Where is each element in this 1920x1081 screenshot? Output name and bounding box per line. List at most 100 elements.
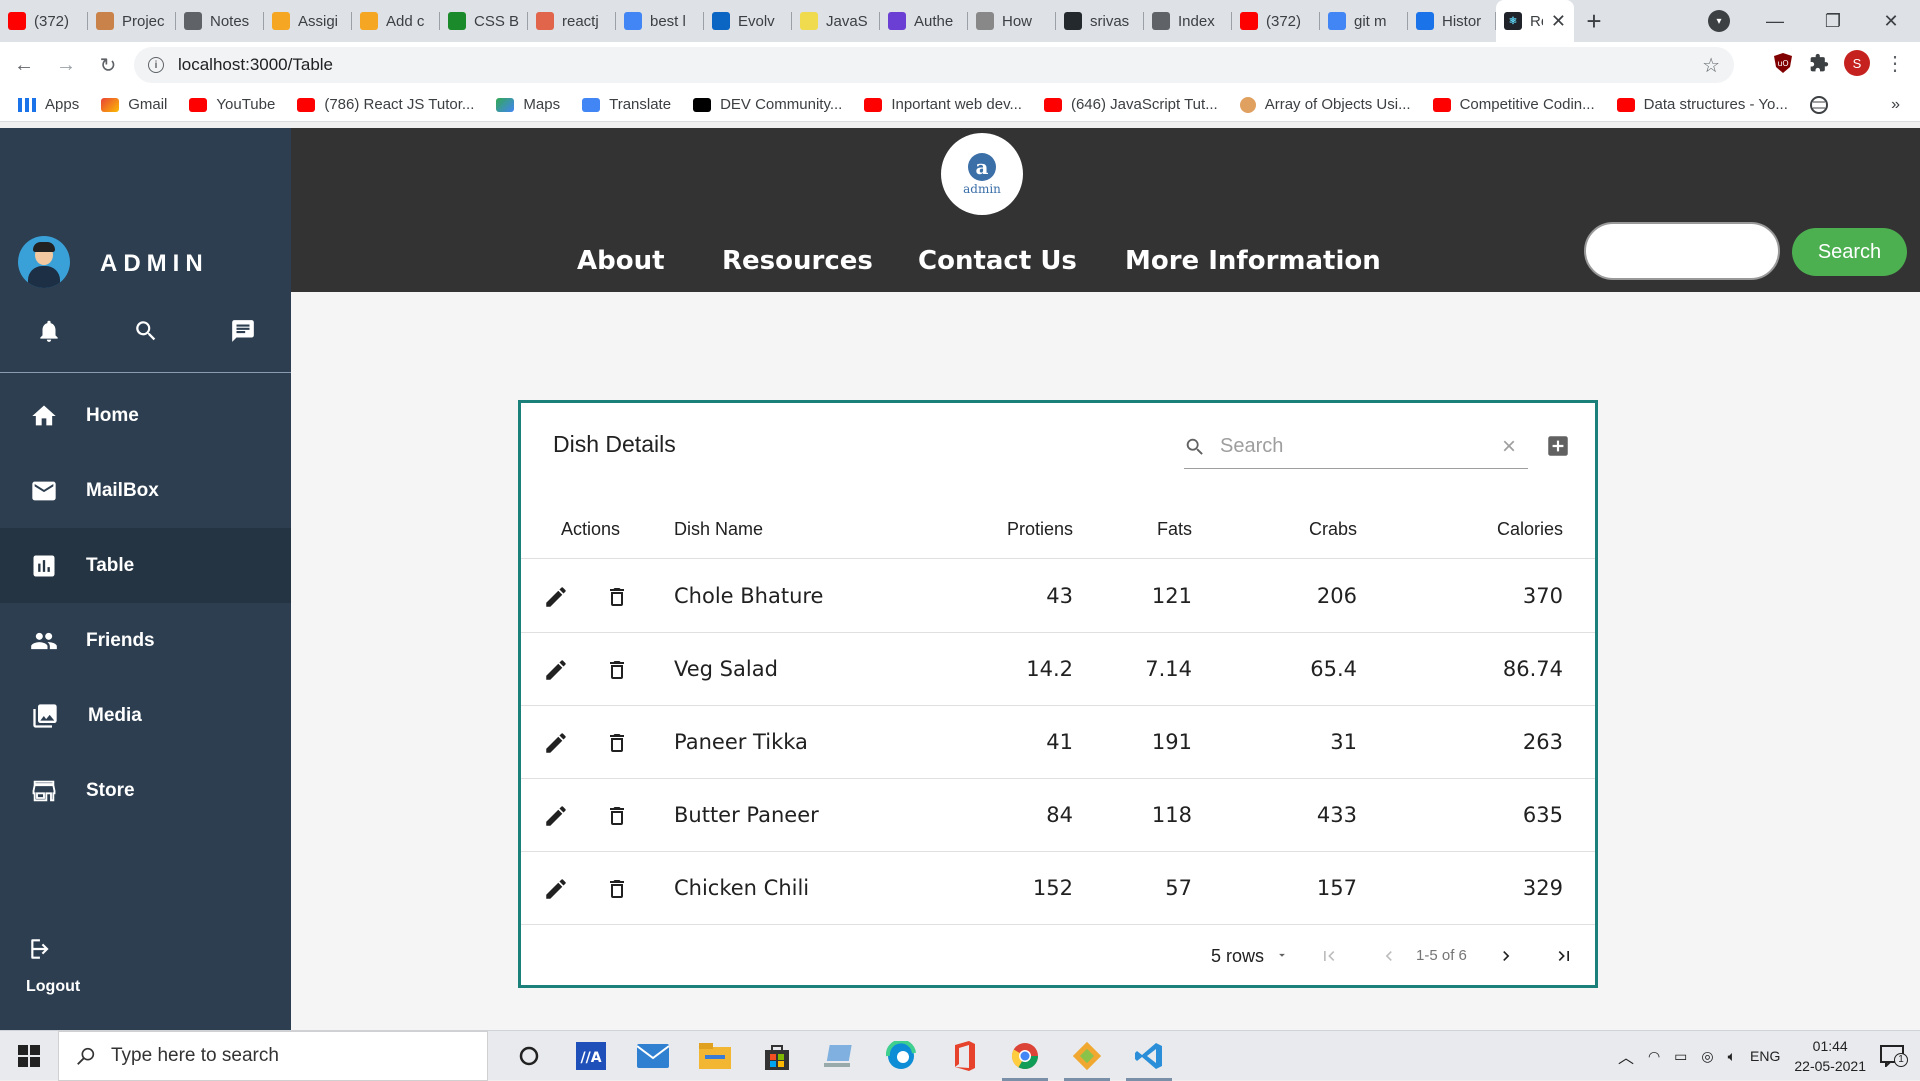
sidebar-item-media[interactable]: Media [0,678,291,753]
extensions-puzzle-icon[interactable] [1808,52,1830,74]
back-icon[interactable]: ← [6,47,42,83]
rows-per-page-select[interactable]: 5 rows [1211,946,1264,967]
windows-start-icon[interactable] [18,1045,40,1067]
tab-search-icon[interactable]: ▾ [1708,10,1730,32]
git-tool-icon[interactable] [1056,1031,1118,1081]
delete-icon[interactable] [605,657,629,683]
edit-icon[interactable] [543,584,569,610]
first-page-icon[interactable] [1319,946,1339,966]
language-indicator[interactable]: ENG [1750,1048,1780,1064]
forward-icon[interactable]: → [48,47,84,83]
top-search-button[interactable]: Search [1792,228,1907,276]
close-tab-icon[interactable]: ✕ [1551,11,1566,32]
menu-resources[interactable]: Resources [722,246,873,276]
menu-about[interactable]: About [577,246,665,276]
bookmark-item[interactable]: Inportant web dev... [864,96,1022,113]
sidebar-item-table[interactable]: Table [0,528,291,603]
minimize-icon[interactable]: — [1746,0,1804,42]
chrome-icon[interactable] [994,1031,1056,1081]
bookmark-item[interactable]: (646) JavaScript Tut... [1043,96,1218,113]
chevron-up-icon[interactable]: ︿ [1618,1044,1634,1068]
column-header-dish-name[interactable]: Dish Name [674,519,763,540]
edit-icon[interactable] [543,876,569,902]
logout-icon[interactable] [28,936,54,962]
browser-tab[interactable]: Evolv [704,0,792,42]
new-tab-icon[interactable]: + [1574,0,1614,42]
address-bar[interactable]: i localhost:3000/Table ☆ [134,47,1734,83]
next-page-icon[interactable] [1496,946,1516,966]
browser-tab[interactable]: JavaS [792,0,880,42]
bookmark-item[interactable]: Gmail [101,96,167,113]
column-header-fats[interactable]: Fats [1157,519,1192,540]
sidebar-item-friends[interactable]: Friends [0,603,291,678]
add-row-icon[interactable] [1545,433,1571,459]
vscode-icon[interactable] [1118,1031,1180,1081]
taskbar-clock[interactable]: 01:44 22-05-2021 [1794,1036,1866,1076]
network-pc-icon[interactable] [808,1031,870,1081]
bookmark-item[interactable]: Maps [496,96,560,113]
close-icon[interactable]: ✕ [1862,0,1920,42]
battery-icon[interactable]: ▭ [1674,1048,1687,1065]
address-url[interactable]: localhost:3000/Table [178,55,333,75]
browser-tab[interactable]: git m [1320,0,1408,42]
bookmarks-overflow[interactable]: » [1891,96,1900,114]
wifi-icon[interactable]: ◠ [1648,1048,1660,1065]
menu-more-information[interactable]: More Information [1125,246,1381,276]
browser-tab[interactable]: Authe [880,0,968,42]
browser-tab[interactable]: Index [1144,0,1232,42]
bookmark-item[interactable]: Data structures - Yo... [1616,96,1788,113]
delete-icon[interactable] [605,803,629,829]
mail-icon[interactable] [622,1031,684,1081]
cortana-icon[interactable] [498,1031,560,1081]
browser-tab[interactable]: Projec [88,0,176,42]
browser-tab[interactable]: (372) [1232,0,1320,42]
file-explorer-icon[interactable] [684,1031,746,1081]
bookmark-item[interactable]: Array of Objects Usi... [1239,96,1411,113]
table-search-input[interactable]: Search × [1184,425,1528,469]
browser-tab[interactable]: (372) [0,0,88,42]
volume-icon[interactable]: 🔈︎ [1728,1048,1736,1065]
office-icon[interactable] [932,1031,994,1081]
ublock-icon[interactable]: uO [1772,52,1794,74]
delete-icon[interactable] [605,584,629,610]
delete-icon[interactable] [605,876,629,902]
sidebar-item-home[interactable]: Home [0,378,291,453]
last-page-icon[interactable] [1554,946,1574,966]
edit-icon[interactable] [543,657,569,683]
admin-logo[interactable]: a admin [941,133,1023,215]
clear-search-icon[interactable]: × [1502,433,1516,461]
bookmark-star-icon[interactable]: ☆ [1702,53,1720,78]
logout-label[interactable]: Logout [26,978,86,996]
chat-icon[interactable] [194,318,291,344]
browser-tab-active[interactable]: ⚛ Re ✕ [1496,0,1574,42]
browser-tab[interactable]: Histor [1408,0,1496,42]
delete-icon[interactable] [605,730,629,756]
browser-tab[interactable]: srivas [1056,0,1144,42]
browser-tab[interactable]: Assigi [264,0,352,42]
browser-tab[interactable]: How [968,0,1056,42]
site-info-icon[interactable]: i [148,57,164,73]
previous-page-icon[interactable] [1379,946,1399,966]
column-header-calories[interactable]: Calories [1497,519,1563,540]
dropdown-arrow-icon[interactable] [1275,948,1289,962]
browser-tab[interactable]: Notes [176,0,264,42]
bookmark-item[interactable]: YouTube [189,96,275,113]
bell-icon[interactable] [0,318,97,344]
reload-icon[interactable]: ↻ [90,47,126,83]
edit-icon[interactable] [543,730,569,756]
profile-avatar[interactable]: S [1844,50,1870,76]
bookmark-item[interactable]: Competitive Codin... [1432,96,1595,113]
sidebar-item-mailbox[interactable]: MailBox [0,453,291,528]
network-icon[interactable]: ◎ [1701,1048,1713,1065]
column-header-protiens[interactable]: Protiens [1007,519,1073,540]
edge-icon[interactable] [870,1031,932,1081]
notifications-icon[interactable]: 1 [1880,1045,1910,1067]
top-search-input[interactable] [1584,222,1780,280]
sidebar-item-store[interactable]: Store [0,753,291,828]
browser-tab[interactable]: CSS B [440,0,528,42]
powerautomate-icon[interactable]: //A [560,1031,622,1081]
browser-tab[interactable]: best l [616,0,704,42]
bookmark-item[interactable]: DEV Community... [693,96,842,113]
restore-icon[interactable]: ❐ [1804,0,1862,42]
browser-tab[interactable]: reactj [528,0,616,42]
